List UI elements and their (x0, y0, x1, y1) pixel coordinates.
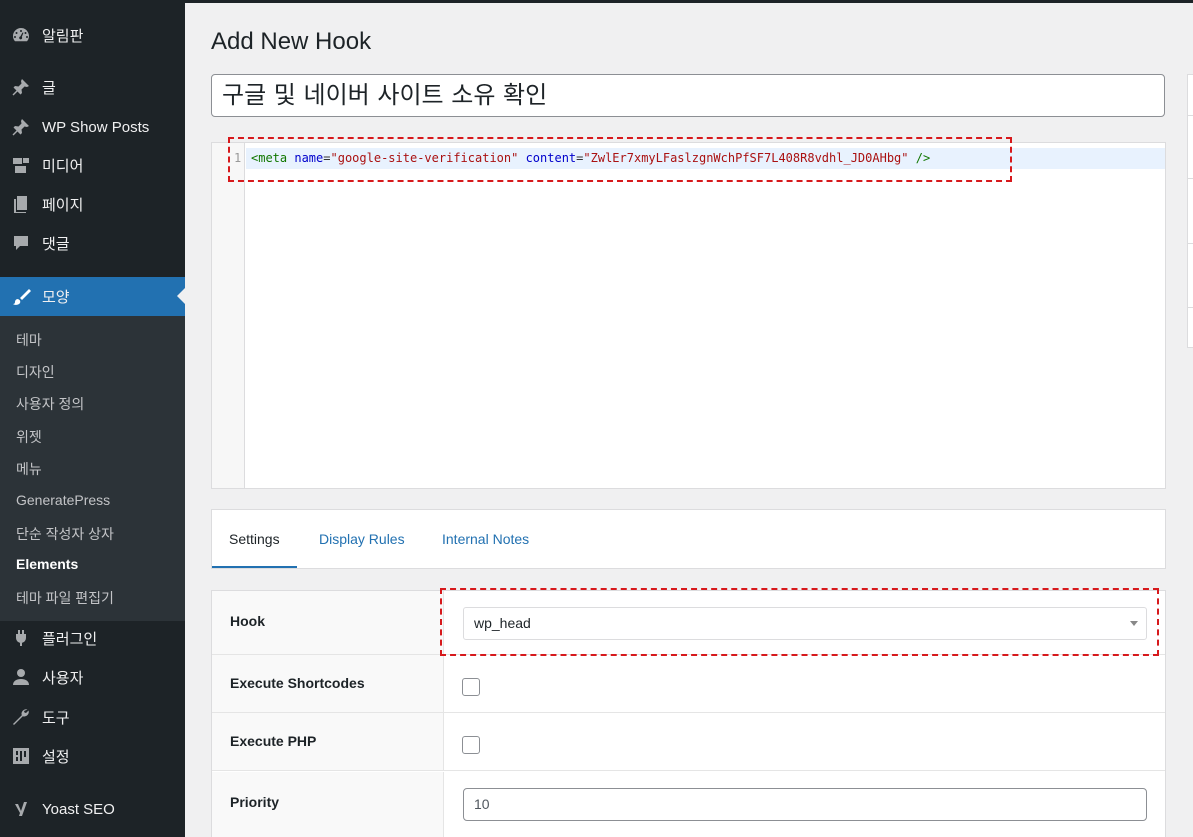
tab-display-rules[interactable]: Display Rules (319, 510, 405, 568)
menu-item-posts[interactable]: 글 (0, 68, 185, 106)
side-panel-edge (1187, 74, 1193, 348)
submenu-item-menus[interactable]: 메뉴 (16, 459, 42, 479)
chevron-down-icon (1130, 621, 1138, 626)
page-icon (0, 194, 42, 214)
tab-settings[interactable]: Settings (212, 510, 297, 568)
execute-php-label: Execute PHP (230, 733, 317, 749)
settings-icon (0, 746, 42, 766)
menu-label: 사용자 (42, 669, 84, 687)
page-title: Add New Hook (211, 28, 372, 55)
submenu-item-author-box[interactable]: 단순 작성자 상자 (16, 524, 114, 544)
line-number: 1 (234, 151, 242, 165)
menu-item-wp-show-posts[interactable]: WP Show Posts (0, 108, 185, 146)
submenu-item-customize[interactable]: 사용자 정의 (16, 394, 84, 414)
setting-row-hook: Hook wp_head (212, 591, 1165, 655)
comment-icon (0, 233, 42, 253)
yoast-icon (0, 799, 42, 819)
menu-label: 미디어 (42, 157, 84, 175)
setting-row-execute-php: Execute PHP (212, 713, 1165, 771)
submenu-item-design[interactable]: 디자인 (16, 362, 55, 382)
media-icon (0, 155, 42, 175)
menu-item-dashboard[interactable]: 알림판 (0, 16, 185, 54)
execute-shortcodes-label: Execute Shortcodes (230, 675, 365, 691)
code-tag-close: /> (915, 151, 931, 165)
priority-input[interactable]: 10 (463, 788, 1147, 821)
setting-row-execute-shortcodes: Execute Shortcodes (212, 655, 1165, 713)
admin-sidebar: 알림판 글 WP Show Posts 미디어 페이지 댓글 모양 테마 디자인… (0, 0, 185, 837)
submenu-item-themes[interactable]: 테마 (16, 330, 42, 350)
submenu-item-widgets[interactable]: 위젯 (16, 427, 42, 447)
menu-item-pages[interactable]: 페이지 (0, 185, 185, 223)
appearance-submenu: 테마 디자인 사용자 정의 위젯 메뉴 GeneratePress 단순 작성자… (0, 316, 185, 621)
execute-shortcodes-checkbox[interactable] (462, 678, 480, 696)
line-gutter: 1 (212, 143, 245, 488)
code-attr-name: name (294, 151, 324, 165)
menu-item-plugins[interactable]: 플러그인 (0, 619, 185, 657)
pin-icon (0, 117, 42, 137)
submenu-item-generatepress[interactable]: GeneratePress (16, 492, 110, 508)
execute-php-checkbox[interactable] (462, 736, 480, 754)
menu-item-users[interactable]: 사용자 (0, 658, 185, 696)
brush-icon (0, 287, 42, 307)
settings-tabs: Settings Display Rules Internal Notes (211, 509, 1166, 569)
user-icon (0, 667, 42, 687)
menu-label: 플러그인 (42, 630, 98, 648)
hook-title-input[interactable]: 구글 및 네이버 사이트 소유 확인 (211, 74, 1165, 117)
pin-icon (0, 77, 42, 97)
code-line[interactable]: <meta name="google-site-verification" co… (251, 151, 930, 165)
code-value-content: "ZwlEr7xmyLFaslzgnWchPfSF7L408R8vdhl_JD0… (583, 151, 909, 165)
code-attr-content: content (525, 151, 577, 165)
menu-item-yoast[interactable]: Yoast SEO (0, 790, 185, 828)
submenu-item-elements[interactable]: Elements (16, 556, 78, 572)
menu-item-media[interactable]: 미디어 (0, 146, 185, 184)
settings-table: Hook wp_head Execute Shortcodes Execute … (211, 590, 1166, 837)
menu-label: 글 (42, 79, 56, 97)
menu-label: Yoast SEO (42, 800, 115, 818)
plugin-icon (0, 628, 42, 648)
menu-item-comments[interactable]: 댓글 (0, 224, 185, 262)
hook-select[interactable]: wp_head (463, 607, 1147, 640)
menu-item-settings[interactable]: 설정 (0, 737, 185, 775)
dashboard-icon (0, 25, 42, 45)
menu-label: 도구 (42, 709, 70, 727)
code-value-name: "google-site-verification" (330, 151, 519, 165)
wrench-icon (0, 707, 42, 727)
menu-label: WP Show Posts (42, 118, 150, 136)
menu-label: 댓글 (42, 235, 70, 253)
submenu-item-theme-editor[interactable]: 테마 파일 편집기 (16, 588, 114, 608)
tab-internal-notes[interactable]: Internal Notes (442, 510, 529, 568)
menu-label: 페이지 (42, 196, 84, 214)
menu-item-tools[interactable]: 도구 (0, 698, 185, 736)
menu-label: 설정 (42, 748, 70, 766)
menu-label: 모양 (42, 289, 70, 306)
priority-label: Priority (230, 794, 280, 810)
code-tag-open: <meta (251, 151, 288, 165)
hook-label: Hook (230, 613, 265, 629)
hook-select-value: wp_head (474, 615, 531, 631)
top-bar (185, 0, 1193, 3)
menu-label: 알림판 (42, 27, 84, 45)
menu-item-appearance[interactable]: 모양 (0, 277, 185, 316)
code-editor[interactable]: 1 <meta name="google-site-verification" … (211, 142, 1166, 489)
